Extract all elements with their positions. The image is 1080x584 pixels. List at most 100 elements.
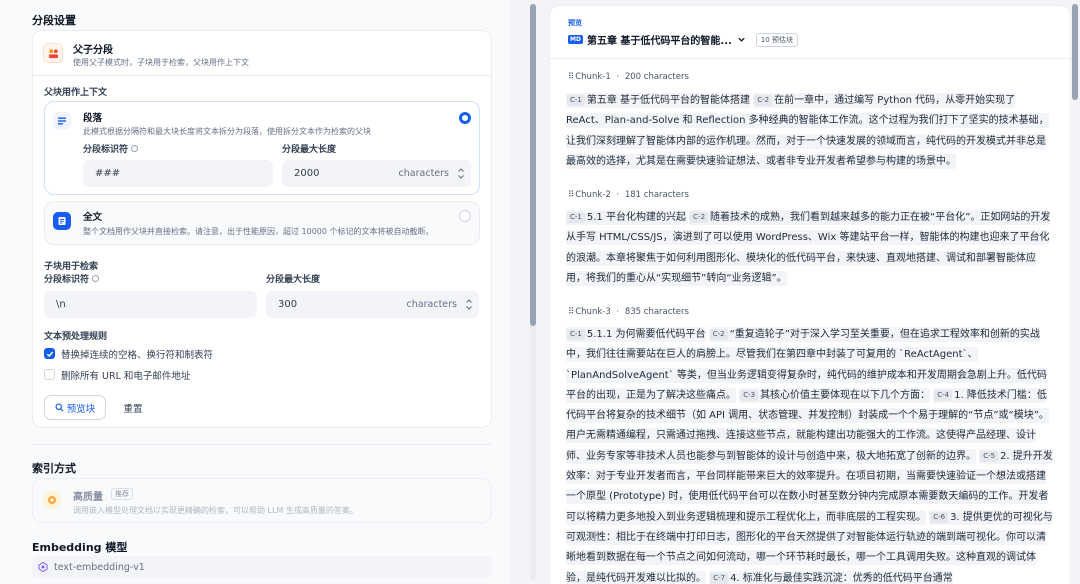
reset-button[interactable]: 重置 — [113, 395, 153, 420]
drag-handle-icon: ⠿ — [568, 190, 575, 200]
model-icon — [38, 562, 48, 572]
document-title: 第五章 基于低代码平台的智能... — [586, 36, 732, 47]
chunk-char-count: 181 characters — [624, 190, 689, 200]
divider — [32, 444, 492, 445]
child-chunk-tag: C-2 — [754, 95, 773, 106]
child-chunk: C-1 5.1 平台化构建的兴起 — [566, 210, 686, 225]
rule2-label: 删除所有 URL 和电子邮件地址 — [61, 371, 191, 382]
child-chunk-text: 第五章 基于低代码平台的智能体搭建 — [586, 95, 751, 106]
child-chunk: C-7 4. 标准化与最佳实践沉淀：优秀的低代码平台通常 — [709, 570, 953, 584]
child-section-title: 子块用于检索 — [44, 262, 99, 272]
preprocess-title: 文本预处理规则 — [44, 332, 108, 342]
divider — [33, 75, 491, 76]
parent-child-title: 父子分段 — [73, 45, 113, 56]
paragraph-title: 段落 — [83, 113, 103, 124]
check-icon — [46, 351, 53, 357]
child-chunk-text: 5.1 平台化构建的兴起 — [586, 212, 686, 223]
rule1-checkbox[interactable] — [44, 348, 55, 359]
child-chunk-tag: C-3 — [740, 389, 759, 401]
separator: · — [613, 190, 622, 200]
parent-section-title: 父块用作上下文 — [44, 88, 108, 98]
chunk-content: C-1 第五章 基于低代码平台的智能体搭建 C-2 在前一章中，通过编写 Pytho… — [566, 91, 1053, 172]
preview-label: 预览 — [568, 19, 582, 27]
parent-max-length-input[interactable]: 2000 characters — [282, 160, 471, 187]
document-selector[interactable]: MD 第五章 基于低代码平台的智能... 10 预估块 — [568, 32, 798, 47]
drag-handle-icon: ⠿ — [568, 72, 575, 82]
info-icon — [131, 145, 139, 152]
child-max-length-label: 分段最大长度 — [266, 275, 321, 285]
chunk-header: ⠿Chunk-1 · 200 characters — [568, 72, 689, 82]
paragraph-desc: 此模式根据分隔符和最大块长度将文本拆分为段落，使用拆分文本作为检索的父块 — [83, 127, 371, 136]
parent-identifier-input[interactable]: ### — [83, 160, 273, 187]
fulltext-icon — [53, 212, 71, 230]
child-chunk-tag: C-1 — [567, 95, 585, 106]
fulltext-radio[interactable] — [459, 210, 471, 222]
child-chunk-tag: C-2 — [709, 329, 728, 340]
estimated-chunks-badge: 10 预估块 — [755, 32, 798, 47]
fulltext-option[interactable]: 全文 整个文档用作父块并直接检索。请注意，出于性能原因，超过 10000 个标记… — [44, 201, 480, 245]
segment-settings-panel: 分段设置 父子分段 使用父子模式时，子块用于检索，父块用作上下文 父块用作上下文… — [0, 0, 510, 584]
separator: · — [613, 307, 622, 317]
child-chunk-text: 其核心价值主要体现在以下几个方面： — [760, 389, 931, 401]
child-chunk-text: 4. 标准化与最佳实践沉淀：优秀的低代码平台通常 — [730, 572, 953, 584]
markdown-file-icon: MD — [568, 35, 583, 44]
chunk-name: Chunk-3 — [575, 307, 611, 317]
chunk-content: C-1 5.1.1 为何需要低代码平台 C-2 “重复造轮子”对于深入学习至关重要，… — [566, 325, 1053, 584]
child-identifier-label: 分段标识符 — [44, 272, 100, 285]
child-chunk-tag: C-2 — [690, 212, 709, 223]
rule1-label: 替换掉连续的空格、换行符和制表符 — [61, 350, 214, 361]
preview-chunks-button[interactable]: 预览块 — [44, 395, 106, 420]
chunk-header: ⠿Chunk-2 · 181 characters — [568, 190, 689, 200]
child-chunk: C-1 第五章 基于低代码平台的智能体搭建 — [566, 93, 751, 108]
child-max-length-input[interactable]: 300 characters — [266, 291, 479, 318]
child-chunk-tag: C-4 — [934, 389, 953, 401]
chevron-down-icon — [738, 37, 745, 42]
index-title: 索引方式 — [32, 462, 76, 475]
child-chunk: C-1 5.1.1 为何需要低代码平台 — [566, 327, 706, 342]
rule2-checkbox[interactable] — [44, 369, 55, 380]
child-chunk: C-3 其核心价值主要体现在以下几个方面： — [739, 387, 931, 403]
parent-child-icon — [43, 43, 63, 63]
preview-panel: 预览 MD 第五章 基于低代码平台的智能... 10 预估块 ⠿Chunk-1 … — [549, 5, 1071, 584]
divider — [550, 58, 1070, 59]
drag-handle-icon: ⠿ — [568, 307, 575, 317]
chunk-name: Chunk-2 — [575, 190, 611, 200]
chunk-char-count: 835 characters — [624, 307, 689, 317]
fulltext-title: 全文 — [83, 212, 103, 223]
parent-max-length-label: 分段最大长度 — [282, 145, 337, 155]
parent-child-mode-card[interactable]: 父子分段 使用父子模式时，子块用于检索，父块用作上下文 父块用作上下文 段落 此… — [32, 30, 492, 428]
stepper-icon[interactable] — [457, 166, 465, 181]
child-chunk-text: 5.1.1 为何需要低代码平台 — [586, 329, 706, 340]
child-chunk-tag: C-7 — [710, 572, 729, 584]
recommended-badge: 推荐 — [111, 488, 133, 500]
paragraph-option[interactable]: 段落 此模式根据分隔符和最大块长度将文本拆分为段落，使用拆分文本作为检索的父块 … — [44, 101, 480, 195]
chunk-name: Chunk-1 — [575, 72, 611, 82]
chunk-content: C-1 5.1 平台化构建的兴起 C-2 随着技术的成熟，我们看到越来越多的能力正在… — [566, 208, 1053, 289]
embedding-model-select[interactable]: text-embedding-v1 — [32, 556, 492, 578]
high-quality-icon — [43, 491, 61, 509]
child-chunk-tag: C-5 — [980, 450, 999, 462]
child-identifier-input[interactable]: \n — [44, 291, 257, 318]
high-quality-desc: 调用嵌入模型处理文档以实现更精确的检索，可以帮助 LLM 生成高质量的答案。 — [73, 506, 358, 515]
parent-identifier-label: 分段标识符 — [83, 142, 139, 155]
stepper-icon[interactable] — [465, 297, 473, 312]
child-chunk-tag: C-1 — [567, 212, 585, 223]
high-quality-option[interactable]: 高质量 推荐 调用嵌入模型处理文档以实现更精确的检索，可以帮助 LLM 生成高质… — [32, 478, 492, 523]
paragraph-icon — [53, 112, 71, 130]
separator: · — [613, 72, 622, 82]
right-scrollbar-thumb[interactable] — [1072, 4, 1078, 100]
child-chunk-tag: C-6 — [930, 511, 949, 523]
parent-child-desc: 使用父子模式时，子块用于检索，父块用作上下文 — [73, 58, 249, 67]
search-icon — [55, 403, 64, 412]
chunk-char-count: 200 characters — [624, 72, 689, 82]
info-icon — [92, 275, 100, 282]
unit-label: characters — [398, 168, 449, 179]
child-chunk-tag: C-1 — [567, 329, 585, 340]
chunk-header: ⠿Chunk-3 · 835 characters — [568, 307, 689, 317]
segment-settings-title: 分段设置 — [32, 14, 76, 27]
embedding-title: Embedding 模型 — [32, 541, 128, 554]
unit-label: characters — [406, 299, 457, 310]
left-scrollbar-thumb[interactable] — [530, 4, 536, 326]
high-quality-title: 高质量 — [73, 492, 103, 503]
paragraph-radio[interactable] — [459, 112, 471, 124]
